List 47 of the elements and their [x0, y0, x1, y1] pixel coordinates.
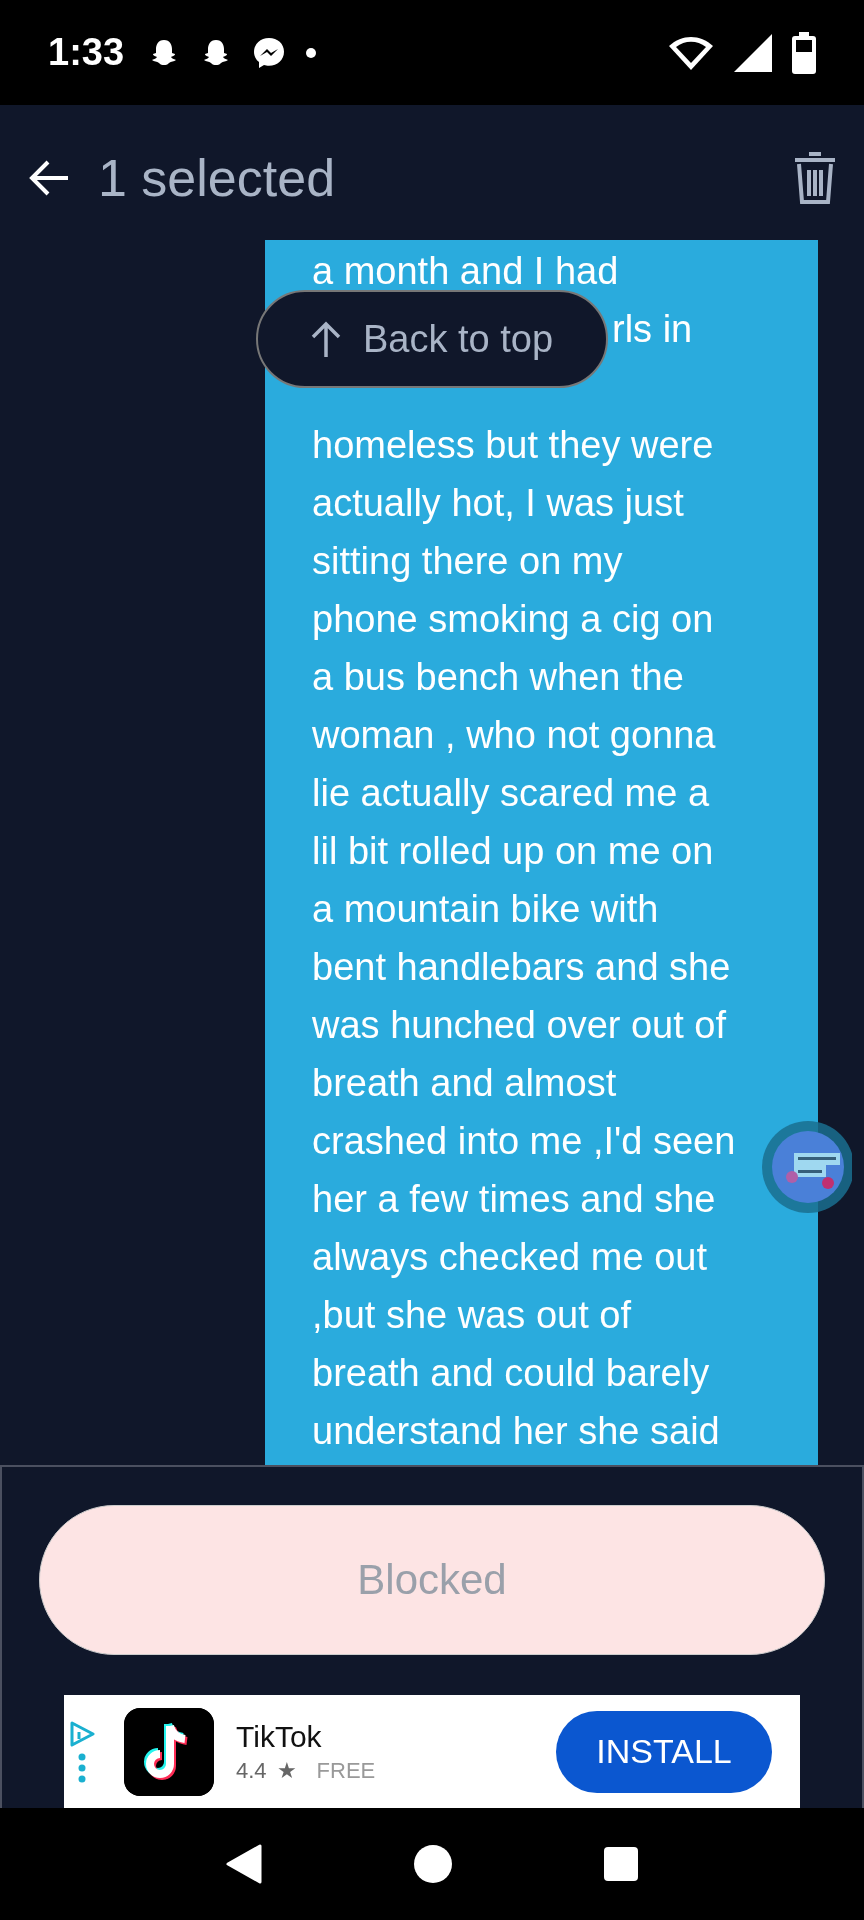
message-bubble[interactable] [265, 240, 818, 1465]
battery-icon [792, 31, 816, 74]
back-triangle-icon [225, 1844, 262, 1884]
recents-square-icon [604, 1847, 639, 1881]
up-arrow-icon [310, 321, 341, 357]
message-text: understand her she said [312, 1409, 720, 1454]
star-icon: ★ [276, 1757, 297, 1784]
more-icon[interactable] [78, 1752, 86, 1783]
back-button[interactable] [28, 158, 70, 197]
message-text: crashed into me ,I'd seen [312, 1119, 736, 1164]
messenger-icon [252, 35, 287, 70]
screen-title: 1 selected [98, 147, 337, 208]
message-text: woman , who not gonna [312, 713, 716, 758]
recents-nav-button[interactable] [604, 1847, 639, 1881]
back-to-top-button[interactable]: Back to top [256, 290, 608, 388]
message-text: homeless but they were [312, 423, 714, 468]
back-nav-button[interactable] [225, 1844, 262, 1884]
message-text: ,but she was out of [312, 1293, 631, 1338]
delete-button[interactable] [792, 149, 838, 206]
price-text: FREE [316, 1757, 376, 1784]
message-text: bent handlebars and she [312, 945, 731, 990]
install-button[interactable]: INSTALL [556, 1710, 772, 1793]
trash-icon [792, 149, 838, 206]
message-text: lie actually scared me a [312, 771, 710, 816]
status-time: 1:33 [48, 31, 125, 74]
message-text: sitting there on my [312, 539, 623, 584]
message-text: actually hot, I was just [312, 481, 684, 526]
message-text: was hunched over out of [312, 1003, 727, 1048]
rating-text: 4.4 [236, 1757, 267, 1784]
app-logo-icon [124, 1707, 214, 1796]
ad-choices-icon[interactable] [69, 1720, 95, 1747]
app-name: TikTok [236, 1719, 323, 1754]
message-text: phone smoking a cig on [312, 597, 714, 642]
home-circle-icon [413, 1844, 453, 1884]
back-arrow-icon [28, 158, 70, 197]
dot-icon [306, 47, 317, 58]
ad-banner[interactable]: TikTok 4.4 ★ FREE INSTALL [64, 1695, 800, 1808]
message-text: her a few times and she [312, 1177, 716, 1222]
message-text: rls in [612, 307, 693, 352]
home-nav-button[interactable] [413, 1844, 453, 1884]
message-text: always checked me out [312, 1235, 707, 1280]
message-text: breath and could barely [312, 1351, 710, 1396]
signal-icon [734, 33, 772, 72]
message-text: a bus bench when the [312, 655, 684, 700]
message-text: lil bit rolled up on me on [312, 829, 714, 874]
message-text: breath and almost [312, 1061, 617, 1106]
message-text: a mountain bike with [312, 887, 659, 932]
